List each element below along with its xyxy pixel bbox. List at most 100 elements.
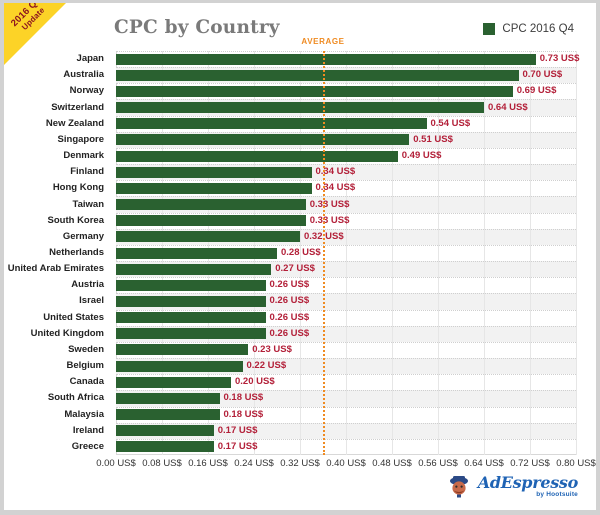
bar[interactable] xyxy=(116,425,214,437)
bar-value-label: 0.28 US$ xyxy=(281,247,321,258)
category-label: South Korea xyxy=(47,214,104,226)
value-axis: 0.00 US$ 0.08 US$ 0.16 US$ 0.24 US$ 0.32 US$… xyxy=(96,458,596,474)
axis-tick-label: 0.48 US$ xyxy=(372,458,412,469)
axis-tick-label: 0.40 US$ xyxy=(326,458,366,469)
category-label: Belgium xyxy=(66,360,104,372)
chart-legend: CPC 2016 Q4 xyxy=(483,23,574,35)
bar[interactable] xyxy=(116,53,536,65)
category-label: New Zealand xyxy=(45,117,104,129)
category-label: Ireland xyxy=(72,424,104,436)
bar[interactable] xyxy=(116,215,306,227)
bar-value-label: 0.70 US$ xyxy=(522,69,563,81)
axis-tick-label: 0.56 US$ xyxy=(418,458,458,469)
logo-main-text: AdEspresso xyxy=(477,473,579,493)
bar-value-label: 0.54 US$ xyxy=(430,117,471,129)
bar[interactable] xyxy=(116,263,272,275)
bar-value-label: 0.26 US$ xyxy=(269,279,310,291)
axis-tick-label: 0.80 US$ xyxy=(556,458,596,469)
bar[interactable] xyxy=(116,441,214,453)
bar-value-label: 0.34 US$ xyxy=(315,166,356,178)
bar-value-label: 0.26 US$ xyxy=(269,327,310,339)
category-label: South Africa xyxy=(47,392,104,404)
axis-tick-label: 0.08 US$ xyxy=(142,458,182,469)
bar-value-label: 0.49 US$ xyxy=(401,150,442,162)
bar[interactable] xyxy=(116,166,312,178)
category-label: Greece xyxy=(71,440,104,452)
bar[interactable] xyxy=(116,102,484,114)
category-label: United Kingdom xyxy=(30,327,104,339)
bar[interactable] xyxy=(116,312,266,324)
category-label: Austria xyxy=(71,279,104,291)
chart-card: 2016 Q4 Update CPC by Country CPC 2016 Q… xyxy=(4,3,596,510)
logo-wordmark: AdEspresso by Hootsuite xyxy=(477,473,579,499)
bar[interactable] xyxy=(116,69,519,81)
bar[interactable] xyxy=(116,199,306,211)
category-label: United Arab Emirates xyxy=(7,263,104,275)
category-label: Denmark xyxy=(63,150,104,162)
category-label: United States xyxy=(43,311,104,323)
adespresso-logo: AdEspresso by Hootsuite xyxy=(446,474,578,500)
category-label: Hong Kong xyxy=(52,182,104,194)
bar[interactable] xyxy=(116,409,220,421)
bar-value-label: 0.69 US$ xyxy=(516,85,557,97)
bar-value-label: 0.23 US$ xyxy=(252,343,292,355)
category-label: Netherlands xyxy=(49,247,104,258)
bar[interactable] xyxy=(116,295,266,307)
category-label: Israel xyxy=(79,295,104,307)
axis-tick-label: 0.16 US$ xyxy=(188,458,228,469)
category-label: Taiwan xyxy=(72,198,105,210)
gridline-vertical xyxy=(484,51,485,455)
bar[interactable] xyxy=(116,231,300,243)
bar[interactable] xyxy=(116,360,243,372)
bar-value-label: 0.17 US$ xyxy=(217,440,258,452)
bar-value-label: 0.22 US$ xyxy=(246,360,287,372)
bar-value-label: 0.18 US$ xyxy=(223,408,264,420)
bar[interactable] xyxy=(116,344,249,356)
axis-tick-label: 0.72 US$ xyxy=(510,458,550,469)
category-label: Japan xyxy=(76,53,104,65)
category-label: Malaysia xyxy=(64,408,104,420)
chart-title: CPC by Country xyxy=(114,17,280,38)
bar[interactable] xyxy=(116,376,231,388)
category-label: Canada xyxy=(69,376,104,388)
bar[interactable] xyxy=(116,118,427,130)
bar[interactable] xyxy=(116,247,277,259)
bar-value-label: 0.33 US$ xyxy=(309,214,350,226)
corner-ribbon xyxy=(4,3,66,65)
bar[interactable] xyxy=(116,279,266,291)
bar-value-label: 0.20 US$ xyxy=(235,376,275,388)
legend-swatch-icon xyxy=(483,23,496,35)
bar[interactable] xyxy=(116,134,410,146)
logo-sub-text: by Hootsuite xyxy=(536,491,578,499)
average-label: AVERAGE xyxy=(301,37,345,46)
legend-label: CPC 2016 Q4 xyxy=(502,23,574,35)
category-axis-labels: Japan Australia Norway Switzerland New Zeala… xyxy=(4,51,110,455)
bar[interactable] xyxy=(116,328,266,340)
category-label: Australia xyxy=(63,69,104,81)
gridline-vertical xyxy=(576,51,577,455)
bar-value-label: 0.27 US$ xyxy=(275,263,315,275)
bar-value-label: 0.18 US$ xyxy=(223,392,264,404)
bar[interactable] xyxy=(116,85,513,97)
bar[interactable] xyxy=(116,182,312,194)
category-label: Switzerland xyxy=(51,101,104,113)
bar-value-label: 0.33 US$ xyxy=(309,198,350,210)
category-label: Singapore xyxy=(57,133,104,145)
axis-tick-label: 0.32 US$ xyxy=(280,458,320,469)
bar-value-label: 0.26 US$ xyxy=(269,295,310,307)
bar-value-label: 0.73 US$ xyxy=(539,53,580,65)
category-label: Sweden xyxy=(68,343,104,355)
bar[interactable] xyxy=(116,150,398,162)
gridline-vertical xyxy=(530,51,531,455)
category-label: Finland xyxy=(70,166,104,178)
bar-value-label: 0.64 US$ xyxy=(488,101,528,113)
plot-area: 0.73 US$ 0.70 US$ 0.69 US$ 0.64 US$ 0.54 US$… xyxy=(116,51,579,455)
axis-tick-label: 0.00 US$ xyxy=(96,458,136,469)
bar[interactable] xyxy=(116,392,220,404)
mascot-icon xyxy=(449,476,468,498)
axis-tick-label: 0.24 US$ xyxy=(234,458,274,469)
bar-value-label: 0.51 US$ xyxy=(413,133,453,145)
axis-tick-label: 0.64 US$ xyxy=(464,458,504,469)
bar-value-label: 0.17 US$ xyxy=(217,424,258,436)
category-label: Norway xyxy=(69,85,104,97)
